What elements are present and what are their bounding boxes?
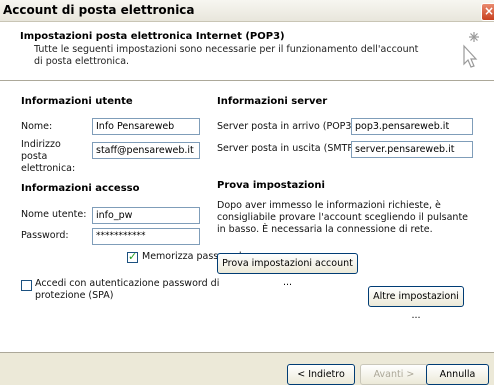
name-label: Nome: <box>21 121 53 132</box>
wizard-sparkle-icon <box>463 32 479 68</box>
header-title: Impostazioni posta elettronica Internet … <box>20 31 285 42</box>
cancel-button[interactable]: Annulla <box>426 364 489 385</box>
remember-password-checkbox[interactable]: ✓ <box>127 250 138 263</box>
email-label: Indirizzo posta elettronica: <box>21 139 76 174</box>
back-button[interactable]: < Indietro <box>287 364 355 385</box>
access-info-heading: Informazioni accesso <box>21 183 140 194</box>
incoming-server-label: Server posta in arrivo (POP3): <box>217 121 359 132</box>
test-description: Dopo aver immesso le informazioni richie… <box>217 200 469 235</box>
test-settings-heading: Prova impostazioni <box>217 180 325 191</box>
window-title: Account di posta elettronica <box>3 3 195 17</box>
test-account-settings-button[interactable]: Prova impostazioni account ... <box>217 253 358 288</box>
user-info-heading: Informazioni utente <box>21 96 133 107</box>
close-icon: × <box>484 4 494 18</box>
username-field[interactable]: info_pw <box>92 207 200 224</box>
title-bar: Account di posta elettronica × <box>0 0 494 22</box>
header-subtitle: Tutte le seguenti impostazioni sono nece… <box>34 44 419 67</box>
server-info-heading: Informazioni server <box>217 96 328 107</box>
email-field[interactable]: staff@pensareweb.it <box>92 142 200 159</box>
incoming-server-field[interactable]: pop3.pensareweb.it <box>351 118 473 135</box>
spa-label: Accedi con autenticazione password di pr… <box>35 278 220 301</box>
name-field[interactable]: Info Pensareweb <box>92 118 200 135</box>
password-label: Password: <box>21 230 69 241</box>
username-label: Nome utente: <box>21 209 87 220</box>
spa-checkbox[interactable] <box>21 280 32 291</box>
password-field[interactable]: *********** <box>92 228 200 245</box>
close-button[interactable]: × <box>481 3 494 21</box>
wizard-body: Informazioni utente Nome: Info Pensarewe… <box>0 81 494 385</box>
checkmark-icon: ✓ <box>128 250 138 263</box>
next-button[interactable]: Avanti > <box>360 364 428 385</box>
more-settings-button[interactable]: Altre impostazioni ... <box>368 286 464 321</box>
outgoing-server-field[interactable]: server.pensareweb.it <box>351 141 473 158</box>
outgoing-server-label: Server posta in uscita (SMTP): <box>217 143 360 154</box>
wizard-header: Impostazioni posta elettronica Internet … <box>0 22 494 81</box>
